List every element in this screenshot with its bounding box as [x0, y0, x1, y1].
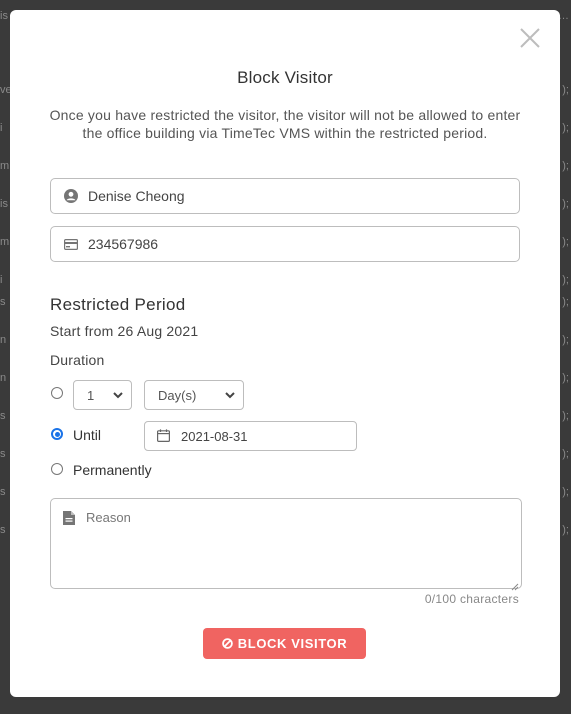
character-counter: 0/100 characters [424, 592, 519, 606]
duration-radio[interactable] [51, 387, 63, 399]
block-visitor-modal: Block Visitor Once you have restricted t… [10, 10, 560, 697]
id-card-icon [63, 236, 79, 252]
chevron-down-icon [224, 389, 236, 401]
duration-unit-select[interactable]: Day(s) [144, 380, 244, 410]
visitor-name: Denise Cheong [88, 188, 185, 204]
until-date: 2021-08-31 [181, 428, 248, 444]
block-visitor-button[interactable]: BLOCK VISITOR [203, 628, 366, 659]
duration-value-select[interactable]: 1 [73, 380, 132, 410]
modal-description: Once you have restricted the visitor, th… [49, 107, 521, 141]
duration-label: Duration [50, 352, 105, 368]
block-icon [221, 638, 233, 649]
permanently-label: Permanently [73, 462, 152, 478]
visitor-id: 234567986 [88, 236, 159, 252]
start-date-text: Start from 26 Aug 2021 [50, 323, 199, 339]
visitor-name-field[interactable]: Denise Cheong [50, 178, 520, 214]
visitor-id-field[interactable]: 234567986 [50, 226, 520, 262]
modal-title: Block Visitor [237, 68, 333, 87]
resize-handle-icon[interactable] [511, 578, 519, 591]
until-date-field[interactable]: 2021-08-31 [144, 421, 357, 451]
user-icon [63, 188, 79, 204]
duration-value: 1 [87, 387, 95, 403]
until-radio[interactable] [51, 428, 63, 440]
calendar-icon [157, 429, 171, 443]
chevron-down-icon [112, 389, 124, 401]
close-icon[interactable] [518, 26, 542, 50]
reason-textarea[interactable]: Reason [50, 498, 522, 591]
duration-unit: Day(s) [158, 387, 197, 403]
restricted-period-heading: Restricted Period [50, 295, 186, 314]
permanently-radio[interactable] [51, 463, 63, 475]
block-visitor-label: BLOCK VISITOR [237, 636, 348, 651]
document-icon [63, 511, 75, 525]
reason-placeholder: Reason [86, 510, 131, 525]
until-label: Until [73, 427, 102, 443]
